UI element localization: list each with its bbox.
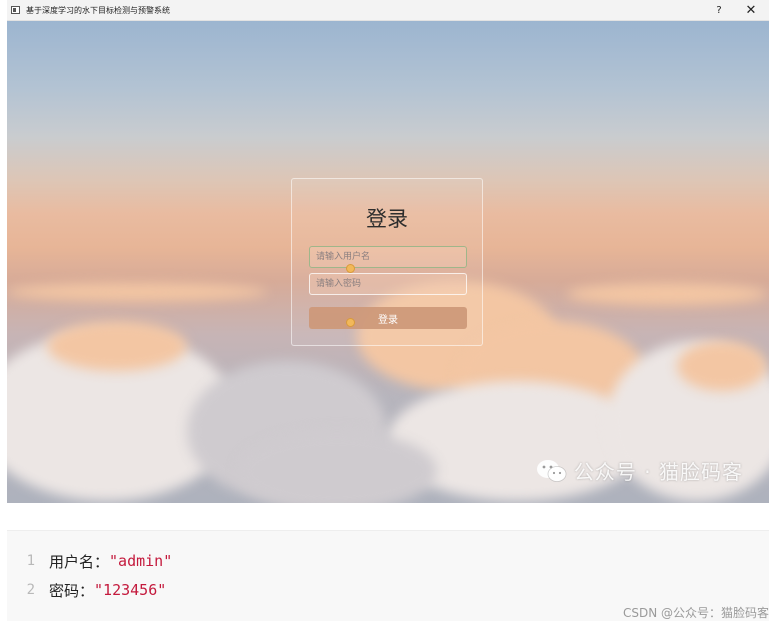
login-title: 登录 <box>366 207 408 231</box>
watermark-text: 公众号 · 猫脸码客 <box>573 460 743 484</box>
sky-background: 公众号 · 猫脸码客 登录 登录 <box>7 21 769 503</box>
csdn-credit: CSDN @公众号：猫脸码客 <box>622 606 769 620</box>
help-button[interactable]: ? <box>707 0 731 20</box>
title-bar[interactable]: 基于深度学习的水下目标检测与预警系统 ? ✕ <box>7 0 769 21</box>
watermark: 公众号 · 猫脸码客 <box>536 456 743 485</box>
line-number: 2 <box>26 582 35 598</box>
code-string: "123456" <box>94 581 167 599</box>
window-title: 基于深度学习的水下目标检测与预警系统 <box>26 5 170 15</box>
wechat-icon <box>536 459 567 482</box>
login-button[interactable]: 登录 <box>309 307 467 329</box>
app-window: 基于深度学习的水下目标检测与预警系统 ? ✕ 公众号 · 猫脸码客 登录 请输入… <box>7 0 769 503</box>
line-number: 1 <box>26 553 35 569</box>
dot-marker-icon <box>346 318 355 327</box>
app-window-icon <box>11 6 20 14</box>
password-input[interactable] <box>309 273 467 295</box>
username-input[interactable] <box>309 246 467 268</box>
code-key: 用户名： <box>49 552 110 571</box>
login-card: 登录 登录 <box>291 178 483 346</box>
code-key: 密码： <box>49 581 95 600</box>
code-string: "admin" <box>109 552 173 570</box>
dot-marker-icon <box>346 264 355 273</box>
code-line: 2 密码： "123456" <box>7 578 167 602</box>
close-button[interactable]: ✕ <box>739 0 763 20</box>
code-line: 1 用户名： "admin" <box>7 549 173 573</box>
